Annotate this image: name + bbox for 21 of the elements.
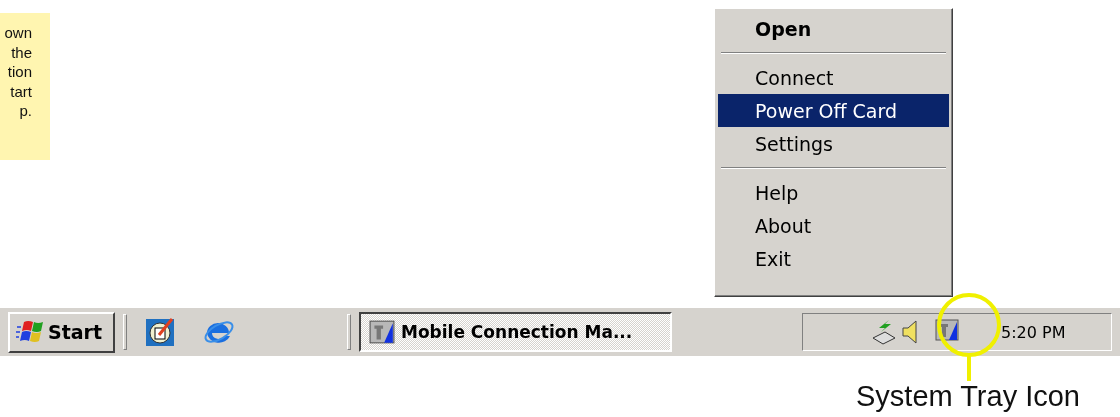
menu-item[interactable]: About <box>718 209 949 242</box>
note-text: the <box>11 42 32 62</box>
menu-item[interactable]: Settings <box>718 127 949 160</box>
taskbar-task-button[interactable]: Mobile Connection Ma... <box>359 312 672 352</box>
note-text: tion <box>7 62 32 82</box>
menu-item[interactable]: Connect <box>718 61 949 94</box>
note-text: p. <box>19 101 32 121</box>
clock-time: 5:20 PM <box>1001 322 1066 342</box>
network-icon[interactable] <box>871 318 897 346</box>
speaker-icon[interactable] <box>901 319 919 345</box>
note-text: tart <box>10 81 32 101</box>
card-icon <box>369 319 395 345</box>
note-text: own <box>4 23 32 43</box>
windows-logo-icon <box>16 319 44 345</box>
menu-item[interactable]: Open <box>718 12 949 45</box>
menu-item[interactable]: Exit <box>718 242 949 275</box>
menu-item[interactable]: Power Off Card <box>718 94 949 127</box>
callout-label: System Tray Icon <box>856 380 1080 413</box>
start-button[interactable]: Start <box>8 311 115 353</box>
notepad-icon[interactable] <box>145 317 175 347</box>
menu-item[interactable]: Help <box>718 176 949 209</box>
